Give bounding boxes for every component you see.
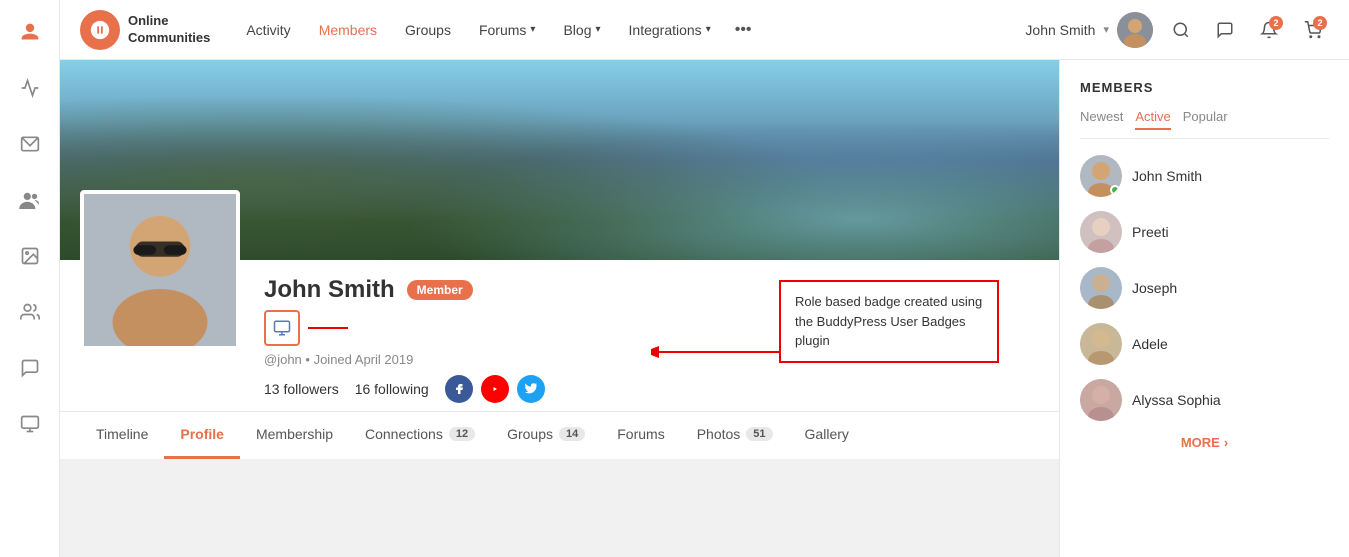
envelope-icon[interactable] <box>14 128 46 160</box>
page-area: John Smith Member @john • Jo <box>60 60 1349 557</box>
nav-groups[interactable]: Groups <box>393 14 463 46</box>
logo-icon <box>80 10 120 50</box>
member-avatar-adele <box>1080 323 1122 365</box>
member-name-preeti: Preeti <box>1132 224 1169 240</box>
profile-joined: Joined April 2019 <box>314 352 414 367</box>
tab-membership[interactable]: Membership <box>240 412 349 459</box>
user-icon[interactable] <box>14 16 46 48</box>
cart-badge: 2 <box>1313 16 1327 30</box>
nav-blog[interactable]: Blog ▾ <box>551 14 612 46</box>
online-indicator <box>1110 185 1120 195</box>
profile-avatar <box>80 190 240 350</box>
user-menu[interactable]: John Smith ▾ <box>1025 12 1153 48</box>
member-avatar-alyssa <box>1080 379 1122 421</box>
member-avatar-john <box>1080 155 1122 197</box>
profile-separator: • <box>305 352 313 367</box>
nav-activity[interactable]: Activity <box>234 14 302 46</box>
monitor-icon[interactable] <box>14 408 46 440</box>
member-item[interactable]: John Smith <box>1080 155 1329 197</box>
nav-members[interactable]: Members <box>307 14 389 46</box>
more-members-link[interactable]: MORE › <box>1080 435 1329 450</box>
following-link[interactable]: 16 following <box>355 381 429 397</box>
member-badge: Member <box>407 280 473 300</box>
nav-forums[interactable]: Forums ▾ <box>467 14 547 46</box>
notifications-button[interactable]: 2 <box>1253 14 1285 46</box>
tab-forums[interactable]: Forums <box>601 412 680 459</box>
members-tab-newest[interactable]: Newest <box>1080 109 1123 130</box>
groups-count: 14 <box>559 427 585 441</box>
user-menu-chevron: ▾ <box>1103 23 1109 36</box>
member-name-adele: Adele <box>1132 336 1168 352</box>
right-sidebar: MEMBERS Newest Active Popular John Smith <box>1059 60 1349 557</box>
tab-gallery[interactable]: Gallery <box>789 412 865 459</box>
nav-links: Activity Members Groups Forums ▾ Blog ▾ … <box>234 13 1025 47</box>
profile-tabs: Timeline Profile Membership Connections … <box>60 411 1059 459</box>
left-sidebar <box>0 0 60 557</box>
members-tab-active[interactable]: Active <box>1135 109 1170 130</box>
tab-profile[interactable]: Profile <box>164 412 240 459</box>
more-chevron-icon: › <box>1224 435 1228 450</box>
members-section-title: MEMBERS <box>1080 80 1329 95</box>
photos-count: 51 <box>746 427 772 441</box>
user-avatar <box>1117 12 1153 48</box>
profile-name: John Smith <box>264 276 395 304</box>
main-content: Online Communities Activity Members Grou… <box>60 0 1349 557</box>
notification-badge: 2 <box>1269 16 1283 30</box>
member-name-alyssa: Alyssa Sophia <box>1132 392 1221 408</box>
cart-button[interactable]: 2 <box>1297 14 1329 46</box>
member-name-joseph: Joseph <box>1132 280 1177 296</box>
members-tab-popular[interactable]: Popular <box>1183 109 1228 130</box>
logo-text: Online Communities <box>128 13 210 47</box>
profile-avatar-wrap <box>80 190 240 403</box>
nav-integrations[interactable]: Integrations ▾ <box>617 14 723 46</box>
tab-groups[interactable]: Groups 14 <box>491 412 601 459</box>
youtube-link[interactable] <box>481 375 509 403</box>
member-avatar-joseph <box>1080 267 1122 309</box>
logo-area[interactable]: Online Communities <box>80 10 210 50</box>
user-name-label: John Smith <box>1025 22 1095 38</box>
annotation-arrow <box>651 342 781 362</box>
members-tabs: Newest Active Popular <box>1080 109 1329 139</box>
followers-link[interactable]: 13 followers <box>264 381 339 397</box>
forums-chevron: ▾ <box>530 24 535 35</box>
member-name-john: John Smith <box>1132 168 1202 184</box>
profile-content: John Smith Member @john • Jo <box>60 260 1059 459</box>
integrations-chevron: ▾ <box>706 24 711 35</box>
top-nav: Online Communities Activity Members Grou… <box>60 0 1349 60</box>
avatar-and-info: John Smith Member @john • Jo <box>60 260 1059 403</box>
messages-button[interactable] <box>1209 14 1241 46</box>
tab-connections[interactable]: Connections 12 <box>349 412 491 459</box>
tab-photos[interactable]: Photos 51 <box>681 412 789 459</box>
facebook-link[interactable] <box>445 375 473 403</box>
activity-icon[interactable] <box>14 72 46 104</box>
member-item[interactable]: Preeti <box>1080 211 1329 253</box>
more-nav-button[interactable]: ••• <box>727 13 760 47</box>
member-avatar-preeti <box>1080 211 1122 253</box>
group-icon[interactable] <box>14 184 46 216</box>
nav-right: John Smith ▾ 2 2 <box>1025 12 1329 48</box>
user-badge-icon[interactable] <box>264 310 300 346</box>
profile-stats: 13 followers 16 following <box>264 375 1019 403</box>
twitter-link[interactable] <box>517 375 545 403</box>
tab-timeline[interactable]: Timeline <box>80 412 164 459</box>
member-item[interactable]: Alyssa Sophia <box>1080 379 1329 421</box>
search-button[interactable] <box>1165 14 1197 46</box>
annotation-box: Role based badge created using the Buddy… <box>779 280 999 363</box>
member-item[interactable]: Joseph <box>1080 267 1329 309</box>
member-item[interactable]: Adele <box>1080 323 1329 365</box>
chat-icon[interactable] <box>14 352 46 384</box>
blog-chevron: ▾ <box>595 24 600 35</box>
image-icon[interactable] <box>14 240 46 272</box>
social-icons <box>445 375 545 403</box>
profile-handle: @john <box>264 352 302 367</box>
profile-main: John Smith Member @john • Jo <box>60 60 1059 557</box>
contacts-icon[interactable] <box>14 296 46 328</box>
connections-count: 12 <box>449 427 475 441</box>
